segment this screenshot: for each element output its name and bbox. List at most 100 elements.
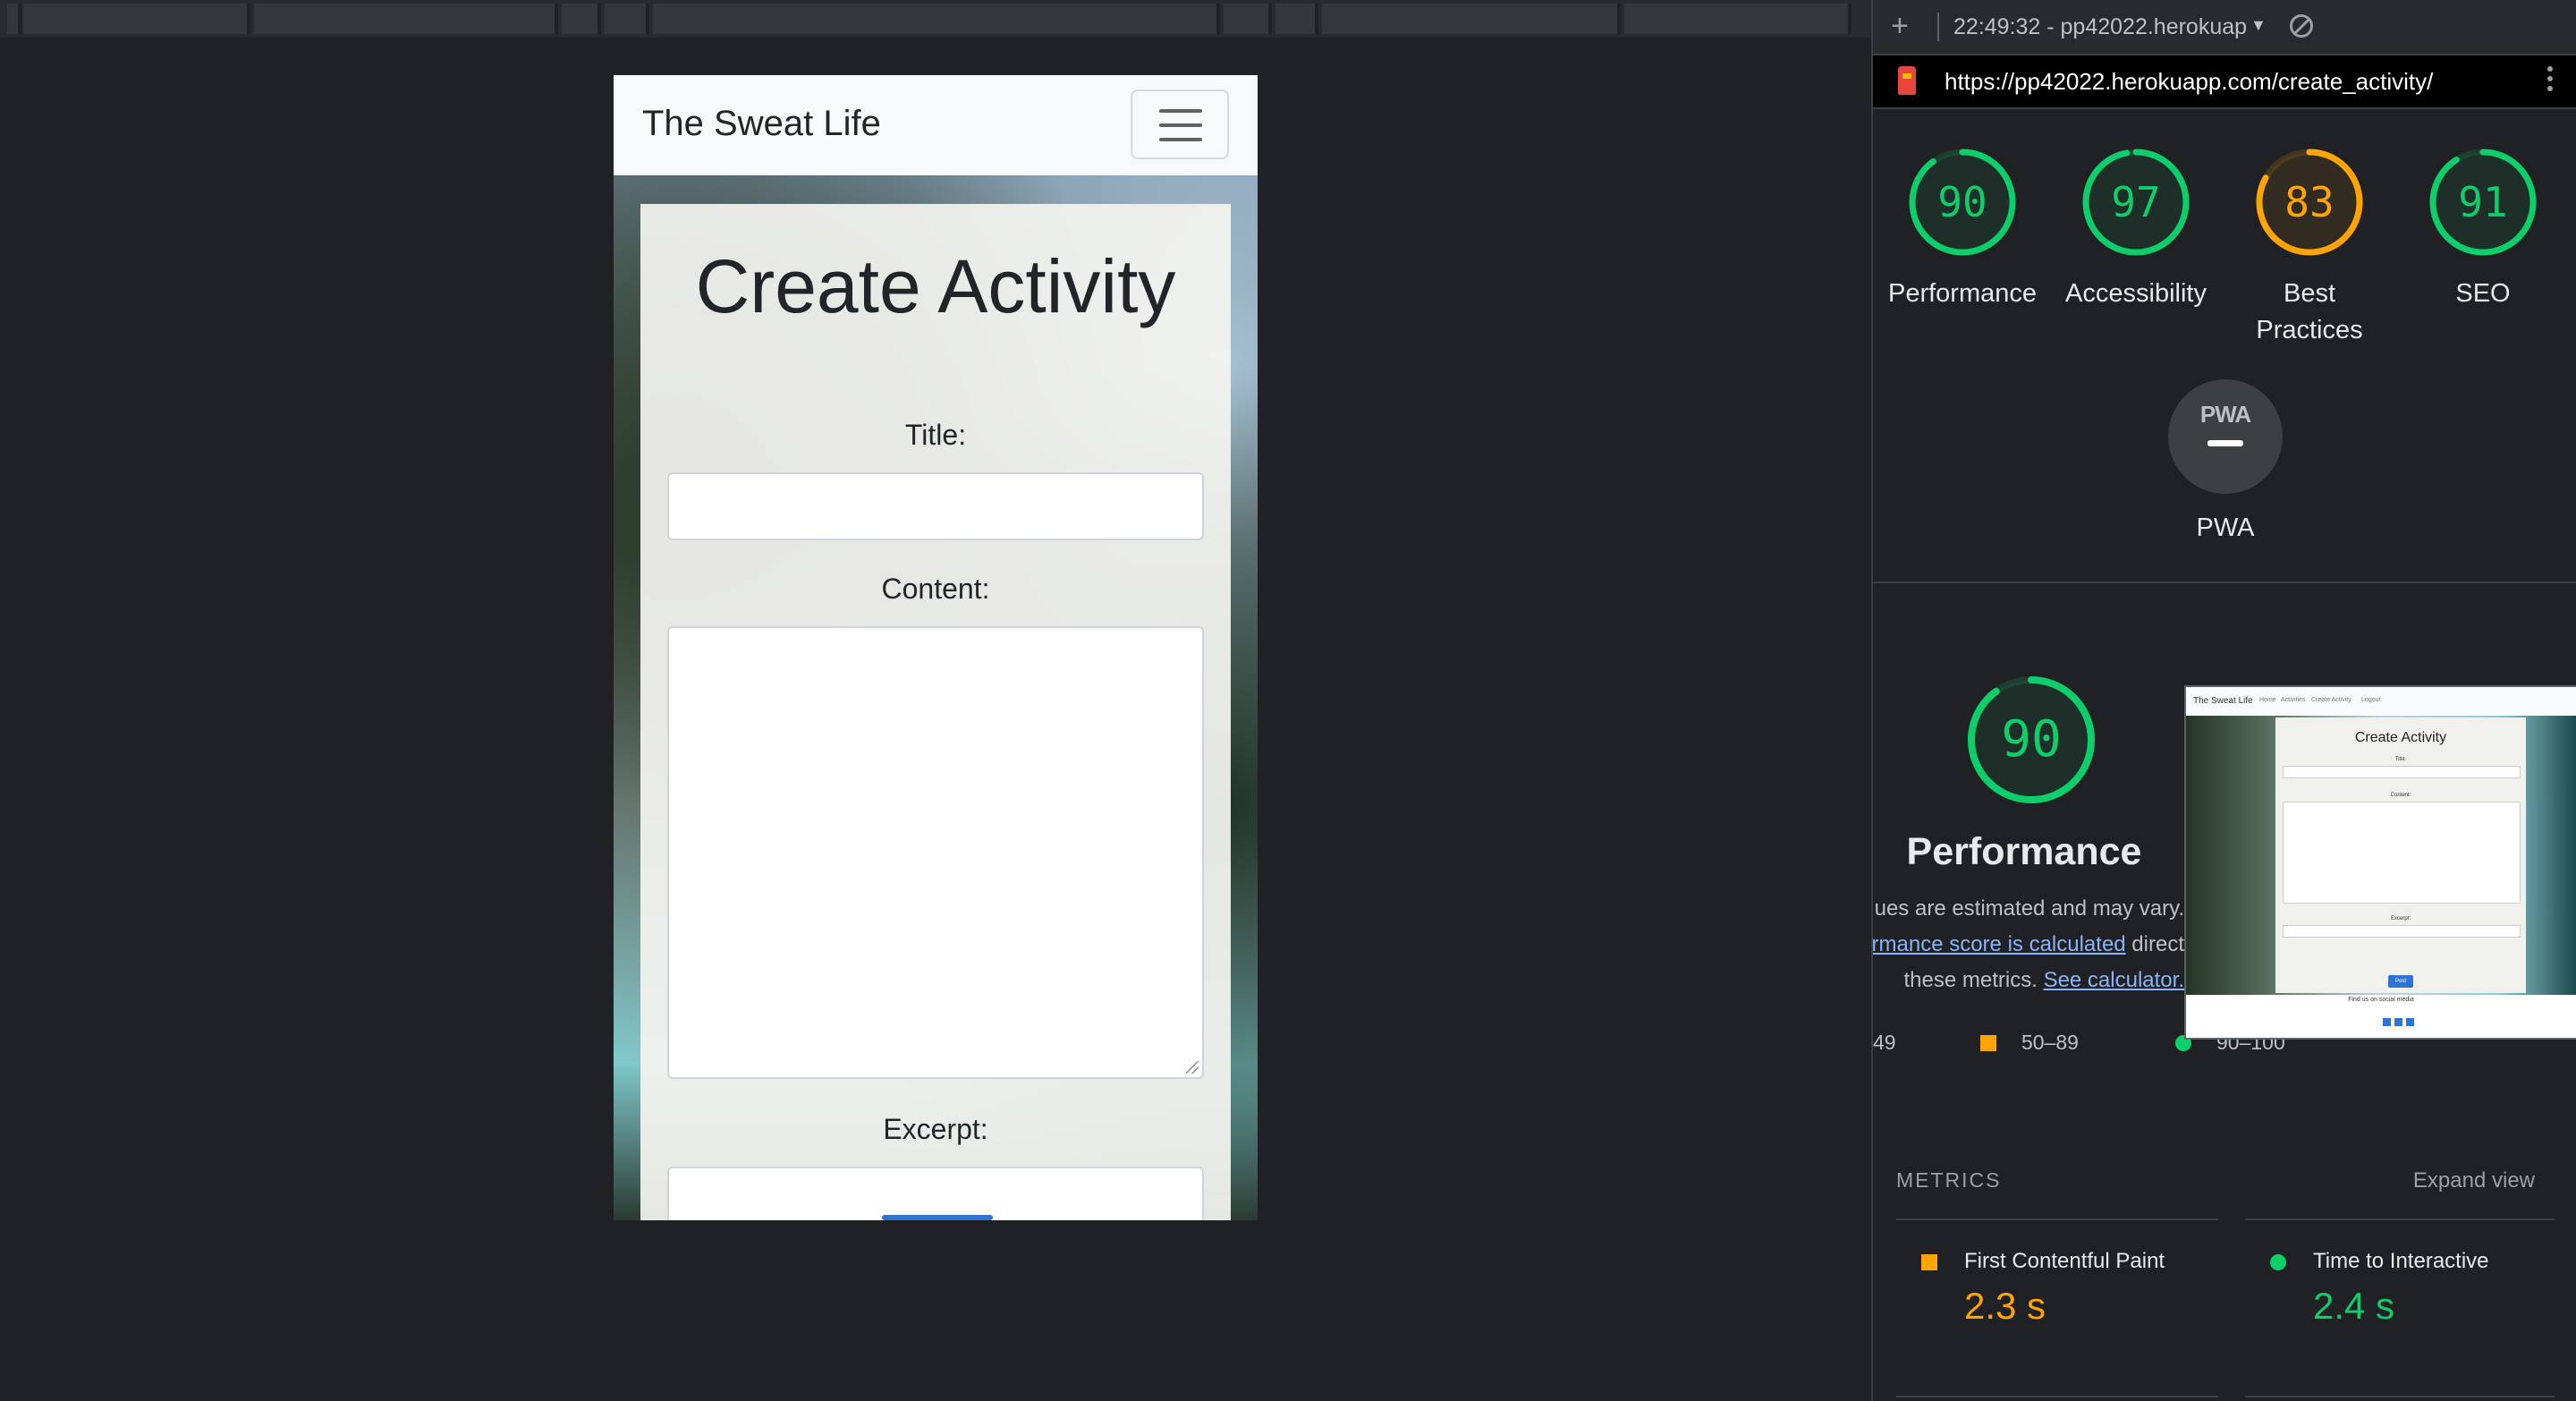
score-label: Accessibility (2065, 279, 2207, 308)
thumb-post-button: Post (2388, 975, 2413, 988)
ruler-segment (605, 4, 649, 34)
score-value: 83 (2284, 178, 2334, 226)
ruler-segment (1624, 4, 1852, 34)
thumb-nav-activities: Activities (2281, 697, 2306, 703)
thumb-social-icons (2383, 1015, 2418, 1031)
score-gauge-accessibility[interactable]: 97 (2080, 147, 2191, 258)
excerpt-label: Excerpt: (883, 1113, 988, 1145)
title-label: Title: (904, 419, 967, 451)
pwa-label: PWA (2196, 514, 2255, 542)
legend-average: 50–89 (1980, 1031, 2079, 1055)
report-selector[interactable]: 22:49:32 - pp42022.herokuap (1953, 14, 2247, 40)
pwa-icon: PWA (2199, 401, 2251, 428)
calculator-note: these metrics. See calculator. (1904, 968, 2185, 993)
score-gauge-performance[interactable]: 90 (1907, 147, 2018, 258)
thumb-nav-logout: Logout (2361, 697, 2381, 703)
resize-handle-icon[interactable] (1186, 1061, 1199, 1074)
navbar: The Sweat Life (614, 75, 1258, 175)
thumb-title: Create Activity (2354, 730, 2447, 745)
title-input[interactable] (667, 472, 1204, 540)
ruler-segment (1275, 4, 1318, 34)
fcp-label: First Contentful Paint (1964, 1249, 2165, 1273)
ruler-segment (7, 4, 21, 34)
lighthouse-icon (1898, 66, 1916, 95)
score-calc-link[interactable]: rmance score is calculated (1873, 932, 2126, 956)
expand-view-button[interactable]: Expand view (2413, 1168, 2535, 1193)
kebab-icon[interactable] (2547, 66, 2553, 96)
section-divider (1873, 582, 2576, 583)
tti-label: Time to Interactive (2313, 1249, 2489, 1273)
score-gauge-seo[interactable]: 91 (2428, 147, 2538, 258)
final-screenshot-thumbnail[interactable]: The Sweat Life Home Activities Create Ac… (2184, 685, 2576, 1040)
instagram-icon (2394, 1018, 2402, 1026)
pwa-badge[interactable]: PWA (2168, 379, 2283, 494)
hamburger-icon (1159, 109, 1202, 113)
device-toolbar-ruler (0, 0, 1871, 38)
hamburger-icon (1159, 138, 1202, 141)
ruler-segment (562, 4, 601, 34)
thumb-excerpt-input (2283, 925, 2521, 938)
thumb-post-label: Post (2394, 979, 2406, 984)
orange-square-icon (1921, 1254, 1937, 1270)
see-calculator-link[interactable]: See calculator. (2044, 968, 2184, 992)
estimate-note-text: lues are estimated and may vary. (1871, 896, 2184, 921)
thumb-navbar: The Sweat Life Home Activities Create Ac… (2186, 687, 2576, 716)
thumb-nav-home: Home (2259, 697, 2276, 703)
legend-fail-label: 49 (1873, 1031, 1896, 1054)
thumb-excerpt-label: Excerpt: (2390, 916, 2411, 921)
metrics-heading: METRICS (1896, 1168, 2002, 1192)
report-url[interactable]: https://pp42022.herokuapp.com/create_act… (1945, 68, 2433, 96)
navbar-brand[interactable]: The Sweat Life (642, 104, 881, 144)
score-calc-text: direct (2125, 932, 2184, 956)
toolbar-divider (1937, 13, 1939, 41)
thumb-nav-create: Create Activity (2311, 697, 2351, 703)
twitter-icon (2406, 1018, 2414, 1026)
score-value: 91 (2458, 178, 2508, 226)
legend-average-label: 50–89 (2021, 1031, 2079, 1054)
fcp-value: 2.3 s (1964, 1285, 2046, 1327)
block-icon[interactable] (2290, 14, 2313, 38)
pwa-dash (2207, 440, 2243, 446)
hamburger-icon (1159, 123, 1202, 127)
excerpt-input[interactable] (667, 1167, 1204, 1220)
green-circle-icon (2270, 1254, 2286, 1270)
calculator-text: these metrics. (1903, 968, 2038, 992)
dropdown-arrow-icon[interactable]: ▼ (2250, 16, 2267, 35)
metrics-divider (2245, 1396, 2555, 1397)
thumb-content-input (2283, 802, 2521, 904)
legend-fail: 49 (1873, 1031, 1896, 1055)
score-value: 90 (1937, 178, 1987, 226)
ruler-segment (1224, 4, 1272, 34)
score-gauge-best-practices[interactable]: 83 (2254, 147, 2365, 258)
post-button[interactable] (882, 1215, 993, 1220)
estimate-note: lues are estimated and may vary. (1871, 896, 2184, 921)
tti-value: 2.4 s (2313, 1285, 2395, 1327)
ruler-segment (23, 4, 250, 34)
metrics-divider (1896, 1396, 2218, 1397)
thumb-title-input (2283, 766, 2521, 778)
content-textarea[interactable] (667, 626, 1204, 1079)
performance-large-score: 90 (2001, 710, 2062, 768)
ruler-segment (653, 4, 1220, 34)
thumb-content-label: Content: (2390, 793, 2411, 798)
device-viewport: The Sweat Life Create Activity Title: Co… (614, 75, 1258, 1220)
score-label: Performance (1887, 279, 2037, 308)
score-label: SEO (2455, 279, 2511, 308)
metrics-divider (1896, 1218, 2218, 1220)
content-label: Content: (881, 573, 990, 605)
lighthouse-panel: + 22:49:32 - pp42022.herokuap ▼ https://… (1871, 0, 2576, 1401)
score-label: Best Practices (2256, 279, 2363, 344)
thumb-form: Create Activity Title: Content: Excerpt:… (2275, 717, 2526, 993)
ruler-segment (254, 4, 558, 34)
score-value: 97 (2111, 178, 2161, 226)
plus-icon[interactable]: + (1891, 9, 1909, 44)
report-toolbar: + 22:49:32 - pp42022.herokuap ▼ (1873, 0, 2576, 55)
thumb-footer: Find us on social media (2348, 997, 2414, 1003)
thumb-brand: The Sweat Life (2193, 696, 2253, 706)
navbar-toggler-button[interactable] (1131, 89, 1229, 159)
create-activity-form: Create Activity Title: Content: Excerpt: (640, 204, 1231, 1220)
ruler-segment (1322, 4, 1621, 34)
orange-square-icon (1980, 1035, 1996, 1051)
page-title: Create Activity (695, 244, 1176, 328)
performance-large-gauge: 90 (1966, 675, 2097, 805)
